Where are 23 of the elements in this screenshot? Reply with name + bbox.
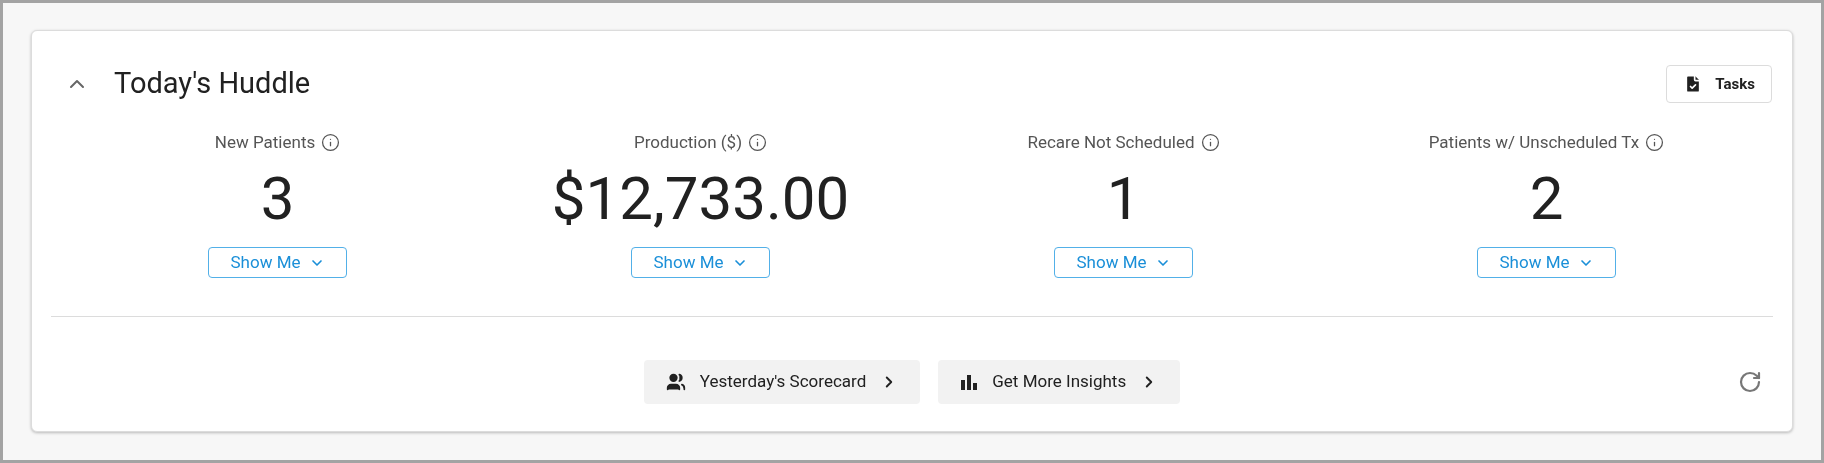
metric-value: 2	[1529, 162, 1564, 236]
metric-label: New Patients	[214, 130, 316, 154]
show-me-button[interactable]: Show Me	[1477, 247, 1616, 278]
info-icon[interactable]	[748, 132, 768, 152]
metric-value: $12,733.00	[551, 162, 850, 236]
show-me-button[interactable]: Show Me	[208, 247, 347, 278]
metric-label: Recare Not Scheduled	[1027, 130, 1195, 154]
metric-value: 1	[1106, 162, 1141, 236]
footer-link-button[interactable]: Get More Insights	[938, 360, 1181, 404]
bar-chart-icon	[960, 373, 979, 391]
show-me-button[interactable]: Show Me	[631, 247, 770, 278]
info-icon[interactable]	[1200, 132, 1220, 152]
info-icon[interactable]	[1645, 132, 1665, 152]
card-title: Today's Huddle	[114, 65, 311, 102]
metric-label: Production ($)	[633, 130, 743, 154]
refresh-icon[interactable]	[1738, 370, 1762, 394]
metric-label: Patients w/ Unscheduled Tx	[1428, 130, 1640, 154]
show-me-button[interactable]: Show Me	[1054, 247, 1193, 278]
tasks-button[interactable]: Tasks	[1666, 64, 1772, 103]
info-icon[interactable]	[321, 132, 341, 152]
people-icon	[665, 372, 686, 392]
metric-value: 3	[260, 162, 295, 236]
footer-link-button[interactable]: Yesterday's Scorecard	[643, 360, 921, 404]
